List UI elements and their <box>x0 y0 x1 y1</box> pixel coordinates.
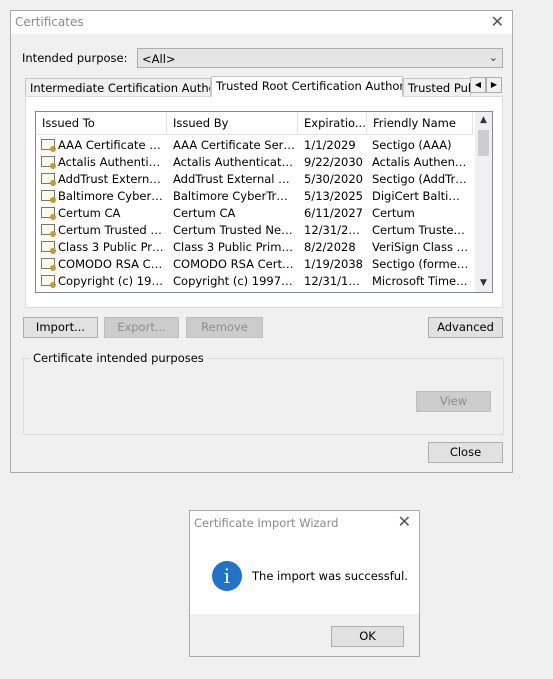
cell-expiration: 12/31/2029 <box>304 223 366 237</box>
cell-issued-to: Actalis Authenticati... <box>58 155 164 169</box>
tab-panel: Issued To Issued By Expiratio... Friendl… <box>25 96 503 308</box>
cell-expiration: 8/2/2028 <box>304 240 356 254</box>
intended-purpose-label: Intended purpose: <box>22 51 128 65</box>
cell-issued-by: COMODO RSA Certific... <box>173 257 295 271</box>
info-icon: i <box>212 561 242 591</box>
tab-label: Trusted Publ <box>408 81 470 95</box>
title-bar: Certificates ✕ <box>11 11 512 34</box>
cell-expiration: 5/30/2020 <box>304 172 363 186</box>
certificate-icon <box>41 241 56 254</box>
table-row[interactable]: Baltimore CyberTru... Baltimore CyberTru… <box>36 188 473 205</box>
cell-issued-to: COMODO RSA Cert... <box>58 257 164 271</box>
table-row[interactable]: AAA Certificate Ser... AAA Certificate S… <box>36 137 473 154</box>
cell-issued-by: Certum CA <box>173 206 236 220</box>
import-wizard-dialog: Certificate Import Wizard ✕ i The import… <box>189 510 420 657</box>
cell-friendly-name: Certum <box>372 206 415 220</box>
certificate-list[interactable]: Issued To Issued By Expiratio... Friendl… <box>35 111 493 293</box>
certificate-icon <box>41 258 56 271</box>
scroll-up-icon[interactable]: ▲ <box>475 112 492 129</box>
cell-issued-to: Class 3 Public Prima... <box>58 240 164 254</box>
cell-issued-to: AAA Certificate Ser... <box>58 138 164 152</box>
cell-issued-to: Certum Trusted Ne... <box>58 223 164 237</box>
tab-trusted-root-ca[interactable]: Trusted Root Certification Authorities <box>211 76 403 97</box>
table-row[interactable]: COMODO RSA Cert... COMODO RSA Certific..… <box>36 256 473 273</box>
dialog-message: The import was successful. <box>252 569 408 583</box>
intended-purpose-select[interactable]: <All> ⌄ <box>137 48 503 68</box>
list-header: Issued To Issued By Expiratio... Friendl… <box>36 112 473 135</box>
column-header-expiration[interactable]: Expiratio... <box>298 112 367 134</box>
close-button[interactable]: Close <box>428 442 503 463</box>
close-icon[interactable]: ✕ <box>398 513 411 531</box>
tab-strip: Intermediate Certification Authorities T… <box>25 76 503 97</box>
cell-friendly-name: VeriSign Class 3 ... <box>372 240 469 254</box>
tab-label: Trusted Root Certification Authorities <box>216 79 402 93</box>
cell-friendly-name: Sectigo (AddTrust) <box>372 172 469 186</box>
tab-label: Intermediate Certification Authorities <box>30 81 210 95</box>
cell-issued-to: Baltimore CyberTru... <box>58 189 164 203</box>
tab-scroll-right-icon[interactable]: ▶ <box>486 77 502 93</box>
cell-expiration: 1/1/2029 <box>304 138 356 152</box>
table-row[interactable]: Certum CA Certum CA 6/11/2027 Certum <box>36 205 473 222</box>
cell-expiration: 9/22/2030 <box>304 155 363 169</box>
intended-purpose-value: <All> <box>142 52 176 66</box>
vertical-scrollbar[interactable]: ▲ ▼ <box>475 112 492 292</box>
cell-friendly-name: DigiCert Baltimor... <box>372 189 469 203</box>
cell-issued-by: Baltimore CyberTrust ... <box>173 189 295 203</box>
table-row[interactable]: Copyright (c) 1997 ... Copyright (c) 199… <box>36 273 473 290</box>
cell-issued-to: Copyright (c) 1997 ... <box>58 274 164 288</box>
list-rows: AAA Certificate Ser... AAA Certificate S… <box>36 137 473 290</box>
ok-button[interactable]: OK <box>331 626 404 647</box>
dialog-footer: OK <box>190 614 419 656</box>
tab-trusted-publishers[interactable]: Trusted Publ <box>403 78 471 96</box>
cell-expiration: 5/13/2025 <box>304 189 363 203</box>
cell-issued-to: AddTrust External ... <box>58 172 164 186</box>
cell-issued-by: Certum Trusted Netw... <box>173 223 295 237</box>
window-title: Certificates <box>15 15 84 29</box>
table-row[interactable]: Certum Trusted Ne... Certum Trusted Netw… <box>36 222 473 239</box>
certificate-icon <box>41 207 56 220</box>
table-row[interactable]: AddTrust External ... AddTrust External … <box>36 171 473 188</box>
column-header-issued-by[interactable]: Issued By <box>167 112 298 134</box>
table-row[interactable]: Actalis Authenticati... Actalis Authenti… <box>36 154 473 171</box>
table-row[interactable]: Class 3 Public Prima... Class 3 Public P… <box>36 239 473 256</box>
certificates-window: Certificates ✕ Intended purpose: <All> ⌄… <box>10 10 513 473</box>
advanced-button[interactable]: Advanced <box>428 317 503 338</box>
cell-issued-by: Class 3 Public Primary ... <box>173 240 295 254</box>
cell-issued-by: AddTrust External CA... <box>173 172 295 186</box>
cell-friendly-name: Microsoft Timest... <box>372 274 469 288</box>
cell-issued-by: Copyright (c) 1997 Mi... <box>173 274 295 288</box>
remove-button[interactable]: Remove <box>186 317 263 338</box>
cell-friendly-name: Sectigo (AAA) <box>372 138 452 152</box>
column-header-issued-to[interactable]: Issued To <box>36 112 167 134</box>
cell-friendly-name: Certum Trusted ... <box>372 223 469 237</box>
tab-scroll-left-icon[interactable]: ◀ <box>470 77 486 93</box>
certificate-icon <box>41 190 56 203</box>
tab-intermediate-ca[interactable]: Intermediate Certification Authorities <box>25 78 211 96</box>
certificate-icon <box>41 139 56 152</box>
cell-issued-by: AAA Certificate Services <box>173 138 295 152</box>
certificate-icon <box>41 173 56 186</box>
import-button[interactable]: Import... <box>23 317 98 338</box>
scroll-down-icon[interactable]: ▼ <box>475 275 492 292</box>
cell-expiration: 1/19/2038 <box>304 257 363 271</box>
dialog-title: Certificate Import Wizard <box>194 516 339 530</box>
certificate-icon <box>41 156 56 169</box>
cell-issued-to: Certum CA <box>58 206 121 220</box>
view-button[interactable]: View <box>416 391 491 412</box>
cell-issued-by: Actalis Authentication... <box>173 155 295 169</box>
close-icon[interactable]: ✕ <box>491 13 504 31</box>
certificate-icon <box>41 224 56 237</box>
intended-purposes-label: Certificate intended purposes <box>30 351 207 365</box>
cell-expiration: 12/31/1999 <box>304 274 366 288</box>
export-button[interactable]: Export... <box>104 317 179 338</box>
cell-friendly-name: Sectigo (formerl... <box>372 257 469 271</box>
scroll-thumb[interactable] <box>478 130 489 156</box>
cell-friendly-name: Actalis Authentic... <box>372 155 469 169</box>
chevron-down-icon: ⌄ <box>488 51 498 64</box>
certificate-icon <box>41 275 56 288</box>
column-header-friendly-name[interactable]: Friendly Name <box>367 112 473 134</box>
cell-expiration: 6/11/2027 <box>304 206 363 220</box>
